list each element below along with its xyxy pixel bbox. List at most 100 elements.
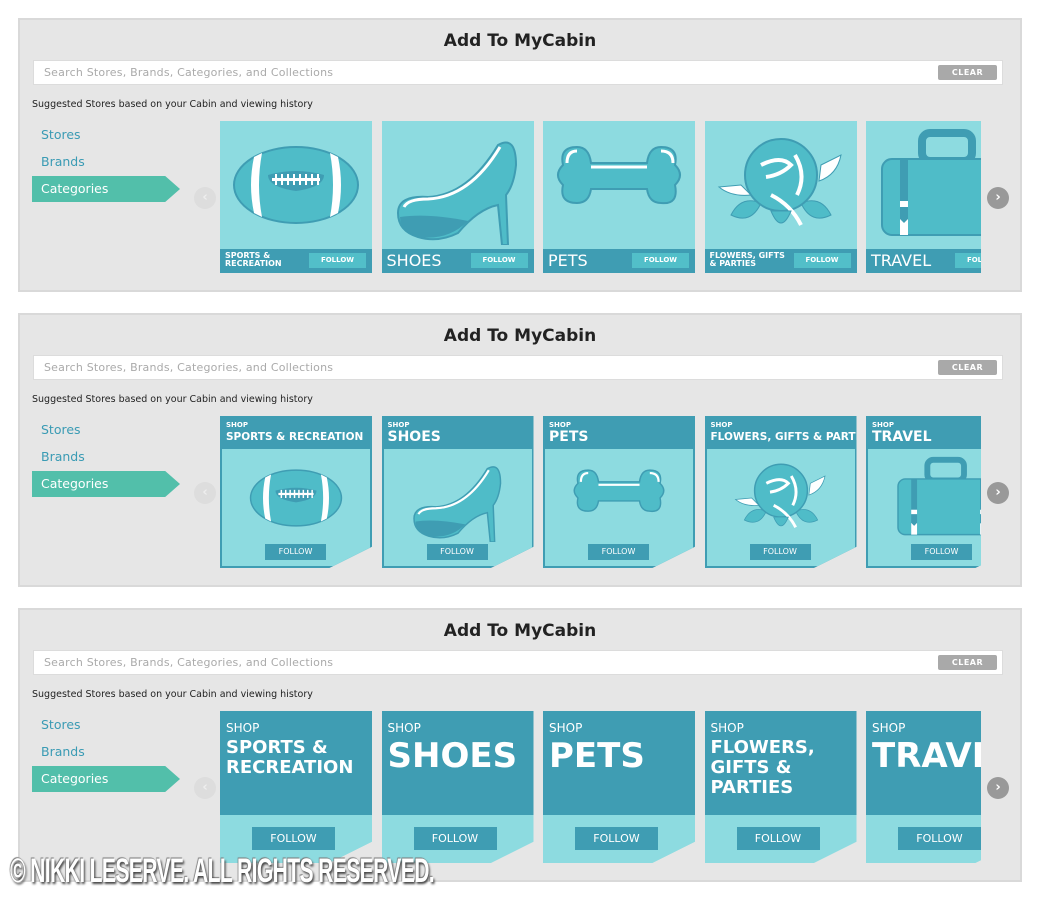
tile-name: SHOES <box>387 429 441 445</box>
clear-button[interactable]: CLEAR <box>938 65 997 80</box>
category-tile[interactable]: SHOP FLOWERS, GIFTS & PARTIES FOLLOW <box>704 416 857 568</box>
category-tile[interactable]: SHOP SHOES FOLLOW <box>381 711 534 863</box>
follow-button[interactable]: FOLLOW <box>749 544 811 560</box>
search-bar: Search Stores, Brands, Categories, and C… <box>33 650 1003 675</box>
category-tile[interactable]: SHOPTRAVEL FOLLOW <box>866 416 981 568</box>
tile-carousel: SHOP SPORTS & RECREATION FOLLOW SHOP SHOES FO… <box>220 416 981 568</box>
tile-name: SPORTS & RECREATION <box>225 251 282 268</box>
suggested-label: Suggested Stores based on your Cabin and… <box>32 99 313 110</box>
tile-name: SPORTS & RECREATION <box>226 737 354 778</box>
football-icon <box>226 454 366 542</box>
shop-label: SHOP <box>549 421 571 429</box>
category-tile[interactable]: SHOP SPORTS & RECREATION FOLLOW <box>220 711 372 863</box>
bone-icon <box>549 125 689 245</box>
follow-button[interactable]: FOLLOW <box>911 544 972 560</box>
rose-icon <box>711 125 851 245</box>
prev-arrow-icon[interactable]: ‹ <box>194 187 216 209</box>
nav-item-categories[interactable]: Categories <box>32 766 180 792</box>
tile-label-bar: FLOWERS, GIFTS & PARTIES FOLLOW <box>704 249 857 273</box>
category-tile[interactable]: SPORTS & RECREATION FOLLOW <box>220 121 372 273</box>
tile-name: PETS <box>548 251 588 270</box>
follow-button[interactable]: FOLLOW <box>955 253 981 268</box>
next-arrow-icon[interactable]: › <box>987 482 1009 504</box>
category-tile[interactable]: SHOPTRAVEL FOLLOW <box>866 711 981 863</box>
search-input[interactable] <box>44 360 904 376</box>
follow-button[interactable]: FOLLOW <box>575 827 658 850</box>
category-tile[interactable]: PETS FOLLOW <box>543 121 695 273</box>
follow-button[interactable]: FOLLOW <box>898 827 981 850</box>
nav-item-categories[interactable]: Categories <box>32 471 180 497</box>
search-bar: Search Stores, Brands, Categories, and C… <box>33 355 1003 380</box>
search-bar: Search Stores, Brands, Categories, and C… <box>33 60 1003 85</box>
nav-item-stores[interactable]: Stores <box>32 712 180 738</box>
next-arrow-icon[interactable]: › <box>987 777 1009 799</box>
search-input[interactable] <box>44 65 904 81</box>
follow-button[interactable]: FOLLOW <box>588 544 649 560</box>
category-tile[interactable]: TRAVEL FOLLOW <box>866 121 981 273</box>
panel-title: Add To MyCabin <box>443 31 597 51</box>
follow-button[interactable]: FOLLOW <box>426 544 488 560</box>
mycabin-panel: Add To MyCabin Search Stores, Brands, Cat… <box>18 313 1022 587</box>
panel-title: Add To MyCabin <box>443 326 597 346</box>
shop-label: SHOP <box>872 421 894 429</box>
shop-label: SHOP <box>226 721 260 735</box>
nav-item-stores[interactable]: Stores <box>32 122 180 148</box>
search-input[interactable] <box>44 655 904 671</box>
nav-item-categories[interactable]: Categories <box>32 176 180 202</box>
tile-name: PETS <box>549 736 645 776</box>
category-tile[interactable]: SHOP SPORTS & RECREATION FOLLOW <box>220 416 372 568</box>
watermark: © NIKKI LESERVE. ALL RIGHTS RESERVED. <box>10 852 435 890</box>
tile-header: SHOPTRAVEL <box>866 711 981 815</box>
tile-name: TRAVEL <box>872 736 981 776</box>
follow-button[interactable]: FOLLOW <box>265 544 326 560</box>
category-tile[interactable]: SHOP PETS FOLLOW <box>543 416 695 568</box>
follow-button[interactable]: FOLLOW <box>736 827 820 850</box>
suitcase-icon <box>872 454 981 542</box>
tile-name: TRAVEL <box>871 251 932 270</box>
shop-label: SHOP <box>710 721 744 735</box>
tile-name: FLOWERS, GIFTS & PARTIES <box>709 251 785 268</box>
nav-item-brands[interactable]: Brands <box>32 149 180 175</box>
follow-button[interactable]: FOLLOW <box>793 253 851 268</box>
category-tile[interactable]: SHOES FOLLOW <box>381 121 534 273</box>
mycabin-panel: Add To MyCabin Search Stores, Brands, Cat… <box>18 608 1022 882</box>
shop-label: SHOP <box>387 721 421 735</box>
next-arrow-icon[interactable]: › <box>987 187 1009 209</box>
suitcase-icon <box>872 125 981 245</box>
tile-header: SHOP FLOWERS, GIFTS & PARTIES <box>704 711 857 815</box>
nav-item-brands[interactable]: Brands <box>32 444 180 470</box>
tile-label-bar: TRAVEL FOLLOW <box>866 249 981 273</box>
tile-name: SHOES <box>387 736 518 776</box>
tile-name: SHOES <box>386 251 442 270</box>
nav-item-brands[interactable]: Brands <box>32 739 180 765</box>
category-tile[interactable]: SHOP FLOWERS, GIFTS & PARTIES FOLLOW <box>704 711 857 863</box>
tile-header: SHOP SHOES <box>381 711 534 815</box>
tile-header: SHOP SPORTS & RECREATION <box>220 711 372 815</box>
category-tile[interactable]: SHOP SHOES FOLLOW <box>381 416 534 568</box>
follow-button[interactable]: FOLLOW <box>252 827 335 850</box>
tile-name: PETS <box>549 429 589 445</box>
shoe-icon <box>388 125 528 246</box>
shop-label: SHOP <box>710 421 733 429</box>
prev-arrow-icon[interactable]: ‹ <box>194 482 216 504</box>
nav-item-stores[interactable]: Stores <box>32 417 180 443</box>
category-tile[interactable]: FLOWERS, GIFTS & PARTIES FOLLOW <box>704 121 857 273</box>
follow-button[interactable]: FOLLOW <box>309 253 366 268</box>
follow-button[interactable]: FOLLOW <box>632 253 689 268</box>
clear-button[interactable]: CLEAR <box>938 360 997 375</box>
tile-header: SHOP PETS <box>543 711 695 815</box>
tile-name: FLOWERS, GIFTS & PARTIES <box>710 737 815 798</box>
follow-button[interactable]: FOLLOW <box>413 827 497 850</box>
bone-icon <box>549 454 689 542</box>
tile-name: FLOWERS, GIFTS & PARTIES <box>710 431 875 443</box>
tile-label-bar: SHOES FOLLOW <box>381 249 534 273</box>
clear-button[interactable]: CLEAR <box>938 655 997 670</box>
suggested-label: Suggested Stores based on your Cabin and… <box>32 689 313 700</box>
rose-icon <box>711 454 851 542</box>
category-tile[interactable]: SHOP PETS FOLLOW <box>543 711 695 863</box>
shop-label: SHOP <box>549 721 583 735</box>
prev-arrow-icon[interactable]: ‹ <box>194 777 216 799</box>
football-icon <box>226 125 366 245</box>
shop-label: SHOP <box>872 721 906 735</box>
follow-button[interactable]: FOLLOW <box>470 253 528 268</box>
